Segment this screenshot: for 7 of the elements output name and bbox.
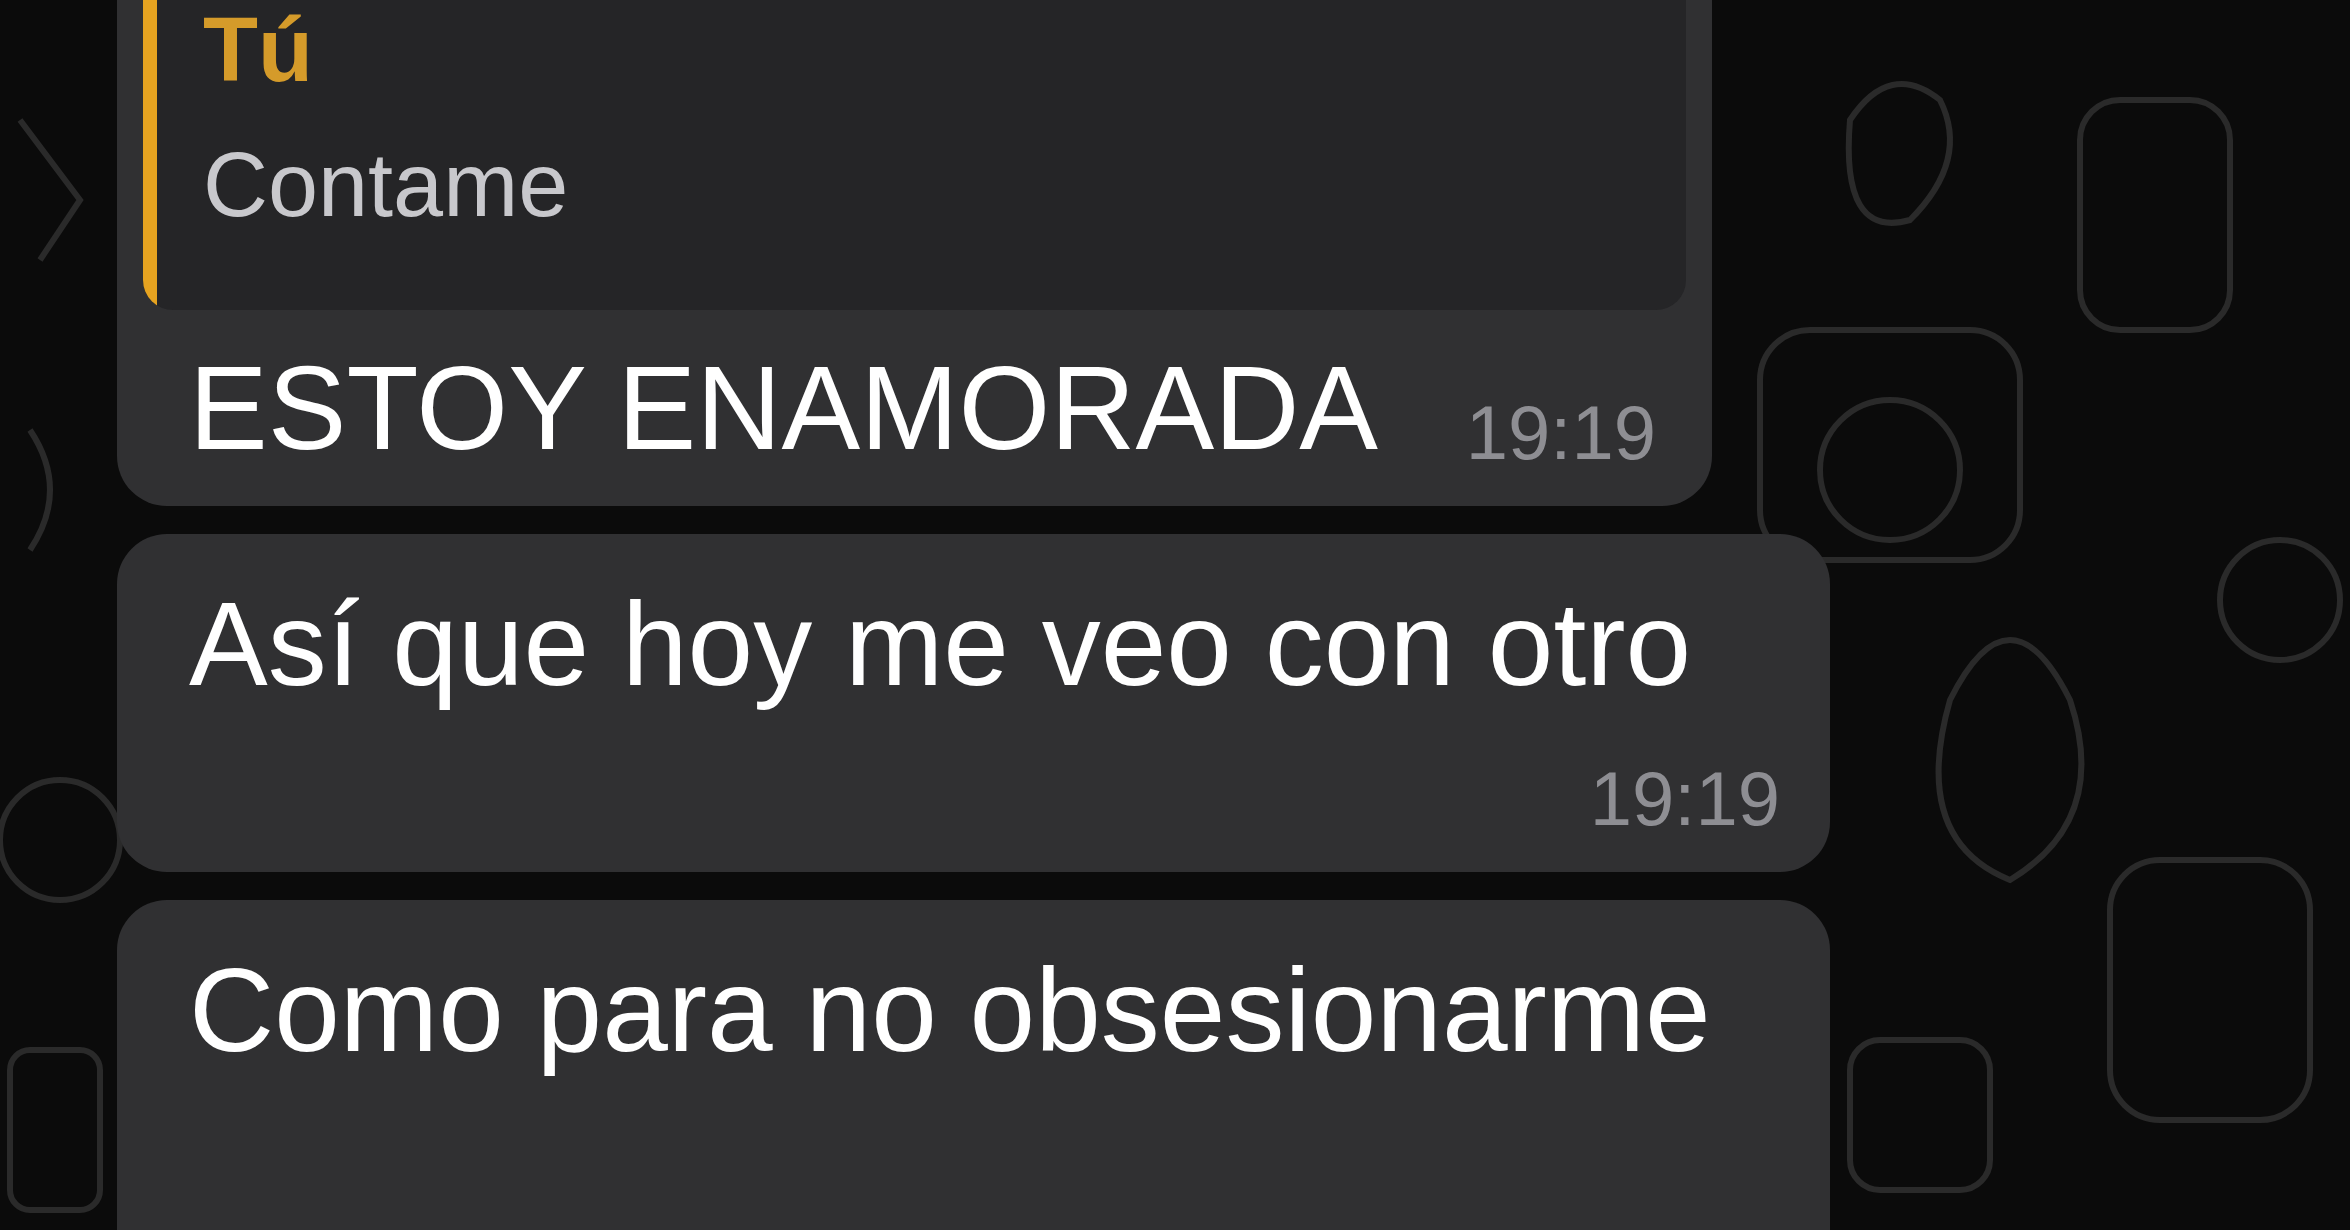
- message-text: ESTOY ENAMORADA: [189, 341, 1379, 476]
- message-time: 19:19: [1589, 755, 1780, 843]
- quoted-author: Tú: [203, 0, 314, 100]
- message-text: Así que hoy me veo con otro: [189, 577, 1693, 712]
- quoted-text: Contame: [203, 134, 569, 237]
- message-text: Como para no obsesionarme: [189, 943, 1712, 1078]
- message-time: 19:19: [1465, 389, 1656, 477]
